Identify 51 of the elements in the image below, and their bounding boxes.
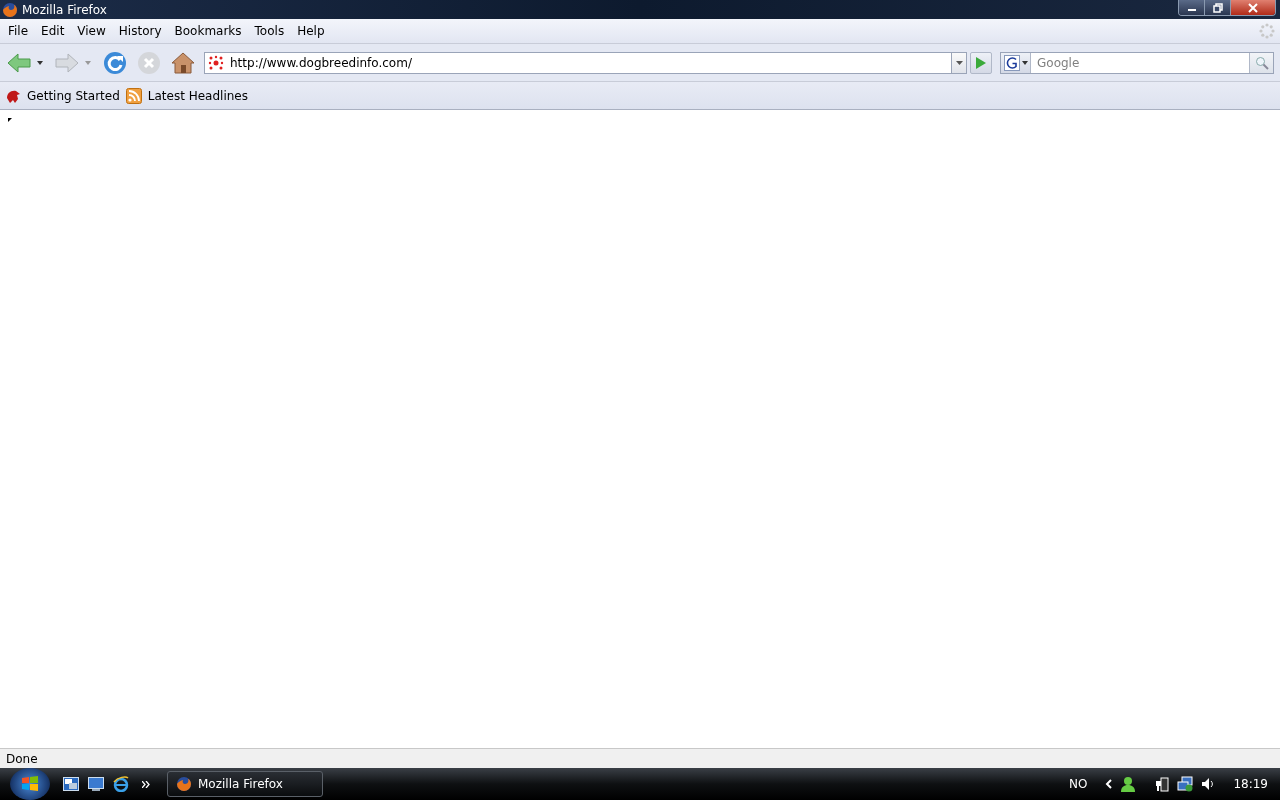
search-engine-icon bbox=[1003, 54, 1020, 71]
person-icon[interactable] bbox=[1121, 776, 1136, 792]
menu-item[interactable]: Help bbox=[291, 22, 331, 40]
address-field[interactable]: http://www.dogbreedinfo.com/ bbox=[204, 51, 951, 74]
search-icon bbox=[1254, 55, 1269, 70]
restore-icon bbox=[1212, 2, 1223, 13]
window-title: Mozilla Firefox bbox=[22, 2, 107, 17]
menu-item[interactable]: File bbox=[2, 22, 35, 40]
menu-item[interactable]: View bbox=[71, 22, 112, 40]
bookmark-item[interactable]: Latest Headlines bbox=[125, 87, 248, 104]
throbber-icon bbox=[1259, 23, 1275, 39]
language-indicator[interactable]: NO bbox=[1069, 777, 1088, 791]
windows-logo-icon bbox=[21, 775, 39, 793]
rss-feed-icon bbox=[125, 87, 142, 104]
back-arrow-icon bbox=[6, 51, 32, 74]
app-icon bbox=[2, 1, 18, 18]
close-icon bbox=[1248, 2, 1258, 13]
stop-icon bbox=[137, 50, 161, 75]
menu-item[interactable]: History bbox=[112, 22, 168, 40]
dropdown-icon bbox=[1021, 60, 1028, 65]
dropdown-icon bbox=[955, 60, 963, 65]
menu-item[interactable]: Bookmarks bbox=[168, 22, 248, 40]
restore-button[interactable] bbox=[1205, 0, 1231, 15]
close-button[interactable] bbox=[1231, 0, 1275, 15]
play-arrow-icon bbox=[975, 55, 987, 70]
reload-icon bbox=[103, 50, 127, 75]
chevron-left-icon bbox=[1104, 779, 1112, 789]
taskbar-button[interactable]: Mozilla Firefox bbox=[167, 771, 323, 797]
search-engine-button[interactable] bbox=[1001, 52, 1031, 73]
dropdown-icon bbox=[37, 60, 43, 65]
clock[interactable]: 18:19 bbox=[1233, 777, 1268, 791]
speaker-icon[interactable] bbox=[1201, 777, 1216, 791]
start-button[interactable] bbox=[10, 768, 50, 800]
address-dropdown-button[interactable] bbox=[951, 51, 967, 74]
house-icon bbox=[171, 50, 195, 75]
dropdown-icon bbox=[85, 60, 91, 65]
corner-mark-icon bbox=[8, 118, 13, 123]
letter-e-icon bbox=[113, 776, 129, 792]
chevron-icon bbox=[142, 780, 150, 788]
bookmark-item[interactable]: Getting Started bbox=[5, 87, 120, 104]
minimize-button[interactable] bbox=[1179, 0, 1205, 15]
status-text: Done bbox=[6, 751, 38, 766]
menu-item[interactable]: Tools bbox=[248, 22, 291, 40]
browser-button[interactable] bbox=[112, 773, 130, 795]
forward-arrow-icon bbox=[54, 51, 80, 74]
network-icon[interactable] bbox=[1177, 776, 1194, 792]
search-button[interactable] bbox=[1249, 52, 1273, 73]
windows-stack-icon bbox=[63, 777, 79, 791]
app-icon bbox=[176, 776, 192, 792]
monitor-icon bbox=[88, 777, 104, 791]
menu-item[interactable]: Edit bbox=[35, 22, 71, 40]
